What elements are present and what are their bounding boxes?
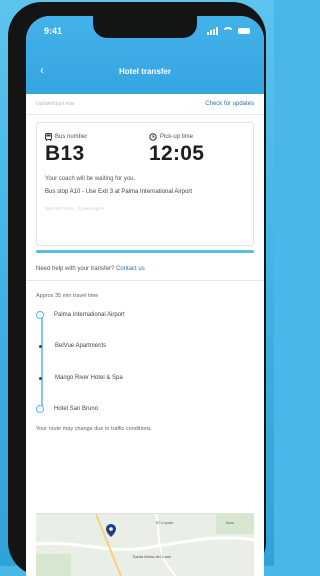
bus-stop-text: Bus stop A10 - Use Exit 3 at Palma Inter…	[45, 189, 193, 195]
route-timeline: Palma International Airport BelVue Apart…	[36, 307, 264, 419]
map-label: El Coyote	[156, 520, 174, 525]
check-updates-link[interactable]: Check for updates	[205, 101, 254, 107]
phone-notch	[93, 16, 197, 38]
bus-icon	[45, 133, 52, 141]
background: 9:41 ‹ Hotel transfer Updated just now C…	[0, 0, 274, 576]
map-pin-icon	[106, 524, 116, 537]
route-stop: Hotel San Bruno	[36, 405, 98, 413]
route-end-marker	[36, 405, 44, 413]
route-start-marker	[36, 311, 44, 319]
pickup-time-value: 12:05	[149, 142, 205, 165]
back-arrow-icon[interactable]: ‹	[40, 63, 44, 77]
route-stop: BelVue Apartments	[36, 343, 106, 349]
route-line	[41, 315, 43, 409]
contact-us-link[interactable]: Contact us	[116, 266, 145, 272]
battery-icon	[238, 28, 250, 34]
map-label: Inca	[226, 520, 234, 525]
route-stop: Palma International Airport	[36, 311, 125, 319]
wifi-icon	[222, 27, 234, 35]
pickup-card: Bus number B13 Pick-up time 12:05 Your c…	[36, 122, 254, 246]
status-time: 9:41	[44, 26, 63, 36]
waiting-text: Your coach will be waiting for you.	[45, 176, 136, 182]
pickup-time-block: Pick-up time 12:05	[149, 133, 245, 166]
phone-screen: 9:41 ‹ Hotel transfer Updated just now C…	[26, 16, 264, 576]
route-map[interactable]: El Coyote Santa Maria del Camí Inca	[36, 513, 254, 576]
map-graphic	[36, 514, 254, 576]
route-stop-marker	[39, 344, 42, 348]
page-title: Hotel transfer	[118, 66, 171, 76]
route-stop-marker	[39, 376, 42, 380]
route-stop-name: Mango River Hotel & Spa	[55, 375, 123, 381]
card-footnote: Wait 400 mins · 3 passengers	[45, 206, 105, 211]
clock-icon	[149, 133, 157, 141]
help-text: Need help with your transfer?	[36, 266, 115, 272]
help-row: Need help with your transfer? Contact us	[26, 253, 264, 281]
route-stop-name: Palma International Airport	[54, 312, 125, 318]
last-updated-text: Updated just now	[36, 101, 75, 107]
phone-frame: 9:41 ‹ Hotel transfer Updated just now C…	[8, 2, 266, 576]
bus-number-label: Bus number	[55, 134, 88, 140]
travel-time-text: Approx 35 min travel time	[36, 293, 99, 299]
status-icons	[207, 27, 250, 35]
signal-icon	[207, 27, 218, 35]
traffic-note: Your route may change due to traffic con…	[36, 426, 153, 432]
route-stop: Mango River Hotel & Spa	[36, 375, 123, 381]
bus-number-block: Bus number B13	[45, 133, 141, 166]
nav-bar: ‹ Hotel transfer	[26, 60, 264, 82]
map-label: Santa Maria del Camí	[132, 554, 172, 559]
updates-row: Updated just now Check for updates	[26, 94, 264, 115]
route-stop-name: BelVue Apartments	[55, 343, 107, 349]
route-stop-name: Hotel San Bruno	[54, 406, 99, 412]
app-header: 9:41 ‹ Hotel transfer	[26, 16, 264, 94]
pickup-time-label: Pick-up time	[160, 134, 194, 140]
bus-number-value: B13	[45, 142, 85, 165]
